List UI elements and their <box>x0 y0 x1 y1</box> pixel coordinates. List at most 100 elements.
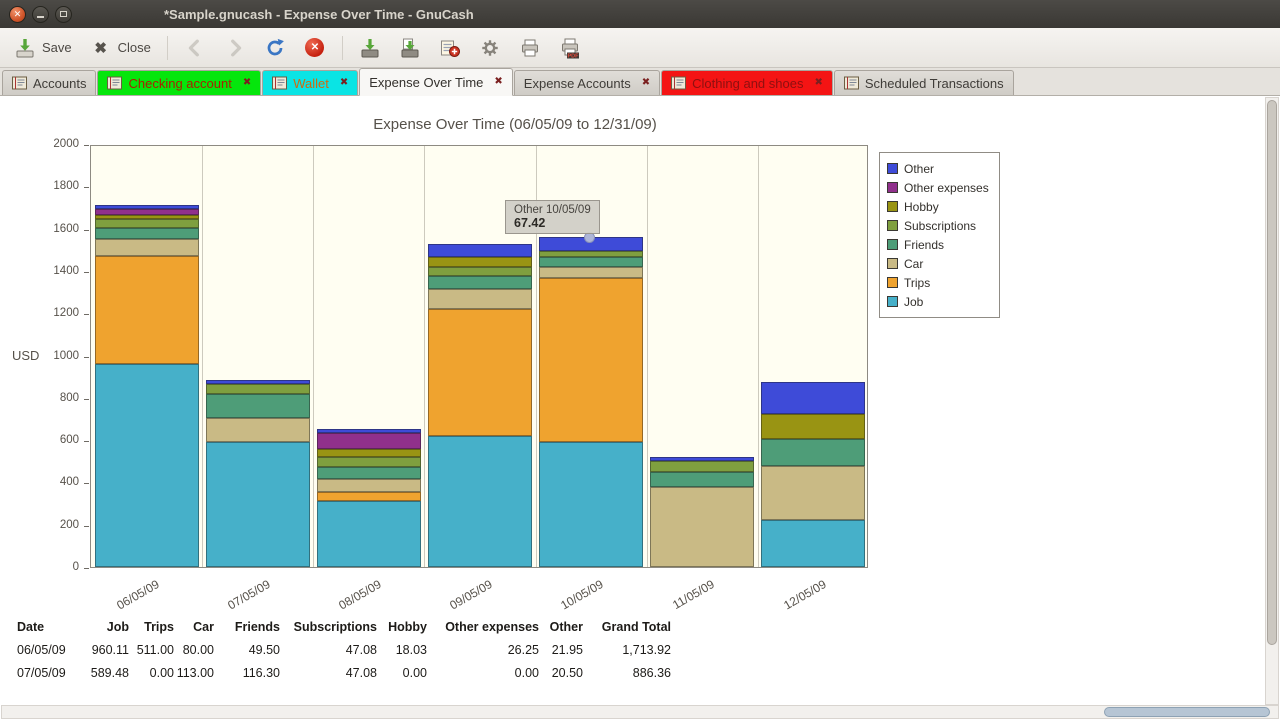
tab-expense-accounts[interactable]: Expense Accounts✖ <box>514 70 660 95</box>
bar-segment-friends[interactable] <box>650 472 754 487</box>
bar-segment-hobby[interactable] <box>95 215 199 219</box>
window-minimize-button[interactable] <box>32 6 49 23</box>
options-button[interactable] <box>471 32 509 63</box>
bar-segment-car[interactable] <box>206 418 310 442</box>
save-button[interactable]: Save <box>6 32 80 63</box>
reload-button[interactable] <box>256 32 294 63</box>
bar-segment-job[interactable] <box>428 436 532 567</box>
y-axis-label: 600 <box>19 434 79 446</box>
bar-segment-subscriptions[interactable] <box>317 457 421 467</box>
legend-swatch <box>887 201 898 212</box>
legend-label: Friends <box>904 238 944 252</box>
print-button[interactable] <box>511 32 549 63</box>
export-button[interactable] <box>351 32 389 63</box>
bar-segment-job[interactable] <box>95 364 199 567</box>
bar-segment-friends[interactable] <box>206 394 310 419</box>
bar-segment-subscriptions[interactable] <box>95 219 199 229</box>
vertical-scrollbar-thumb[interactable] <box>1267 100 1277 645</box>
horizontal-scrollbar-thumb[interactable] <box>1104 707 1270 717</box>
bar-segment-subscriptions[interactable] <box>539 251 643 257</box>
horizontal-scrollbar[interactable] <box>1 705 1279 719</box>
table-header: Date <box>17 615 77 638</box>
bar-segment-car[interactable] <box>761 466 865 520</box>
bar-segment-friends[interactable] <box>95 228 199 238</box>
bar-segment-other-expenses[interactable] <box>317 433 421 449</box>
bar-segment-hobby[interactable] <box>428 257 532 267</box>
bar-segment-job[interactable] <box>761 520 865 567</box>
bar-segment-other[interactable] <box>206 380 310 384</box>
close-report-button[interactable]: ✖ Close <box>82 32 159 63</box>
bar-segment-friends[interactable] <box>761 439 865 466</box>
tooltip-value: 67.42 <box>514 216 591 230</box>
forward-button[interactable] <box>216 32 254 63</box>
bar-segment-job[interactable] <box>539 442 643 567</box>
legend-swatch <box>887 296 898 307</box>
tab-expense-over-time[interactable]: Expense Over Time✖ <box>359 68 513 96</box>
y-axis-tick <box>84 568 89 569</box>
export-pdf-button[interactable]: PDF <box>551 32 589 63</box>
bar-segment-subscriptions[interactable] <box>428 267 532 277</box>
tab-close-icon[interactable]: ✖ <box>494 77 502 87</box>
bar-segment-subscriptions[interactable] <box>206 384 310 394</box>
tab-wallet[interactable]: Wallet ✖ <box>262 70 358 95</box>
table-header: Subscriptions <box>280 615 377 638</box>
bar-segment-car[interactable] <box>95 239 199 256</box>
back-button[interactable] <box>176 32 214 63</box>
legend-item: Subscriptions <box>887 216 989 235</box>
tab-close-icon[interactable]: ✖ <box>340 78 348 88</box>
tab-clothing-and-shoes[interactable]: Clothing and shoes✖ <box>661 70 833 95</box>
vertical-scrollbar[interactable] <box>1265 97 1279 705</box>
bar-segment-car[interactable] <box>650 487 754 567</box>
tab-close-icon[interactable]: ✖ <box>243 78 251 88</box>
printer-icon <box>519 37 541 59</box>
legend-swatch <box>887 163 898 174</box>
table-header: Friends <box>214 615 280 638</box>
bar-segment-job[interactable] <box>206 442 310 567</box>
bar-segment-trips[interactable] <box>539 278 643 442</box>
save-config-button[interactable] <box>431 32 469 63</box>
window-controls: ✕ <box>9 6 72 23</box>
bar-segment-other[interactable] <box>761 382 865 414</box>
legend-label: Job <box>904 295 923 309</box>
bar-segment-other-expenses[interactable] <box>95 209 199 215</box>
bar-segment-hobby[interactable] <box>761 414 865 439</box>
table-cell: 1,713.92 <box>583 638 671 661</box>
bar-segment-friends[interactable] <box>428 276 532 289</box>
bar-segment-car[interactable] <box>317 479 421 492</box>
bar-segment-subscriptions[interactable] <box>650 461 754 472</box>
window-maximize-button[interactable] <box>55 6 72 23</box>
bar-segment-other[interactable] <box>317 429 421 434</box>
tab-accounts[interactable]: Accounts <box>2 70 96 95</box>
x-axis-label: 11/05/09 <box>671 577 718 612</box>
bar-segment-other[interactable] <box>428 244 532 257</box>
window-close-button[interactable]: ✕ <box>9 6 26 23</box>
table-header: Car <box>174 615 214 638</box>
tab-close-icon[interactable]: ✖ <box>814 78 822 88</box>
bar-segment-trips[interactable] <box>95 256 199 364</box>
export-as-icon <box>399 37 421 59</box>
bar-segment-trips[interactable] <box>317 492 421 502</box>
tab-close-icon[interactable]: ✖ <box>642 78 650 88</box>
gridline <box>758 146 759 567</box>
bar-segment-other[interactable] <box>650 457 754 461</box>
bar-segment-hobby[interactable] <box>317 449 421 456</box>
stop-button[interactable]: ✕ <box>296 32 334 63</box>
bar-segment-car[interactable] <box>539 267 643 279</box>
export-as-button[interactable] <box>391 32 429 63</box>
toolbar-separator <box>167 36 168 60</box>
bar-segment-car[interactable] <box>428 289 532 309</box>
y-axis-tick <box>84 441 89 442</box>
export-icon <box>359 37 381 59</box>
legend-item: Job <box>887 292 989 311</box>
titlebar[interactable]: ✕ *Sample.gnucash - Expense Over Time - … <box>0 0 1280 28</box>
bar-segment-other[interactable] <box>95 205 199 210</box>
table-cell: 113.00 <box>174 661 214 684</box>
bar-segment-friends[interactable] <box>539 257 643 267</box>
tab-checking-account[interactable]: Checking account✖ <box>97 70 261 95</box>
tab-scheduled-transactions[interactable]: Scheduled Transactions <box>834 70 1014 95</box>
tab-label: Wallet <box>293 76 329 91</box>
legend-item: Car <box>887 254 989 273</box>
bar-segment-job[interactable] <box>317 501 421 567</box>
bar-segment-friends[interactable] <box>317 467 421 480</box>
bar-segment-trips[interactable] <box>428 309 532 436</box>
